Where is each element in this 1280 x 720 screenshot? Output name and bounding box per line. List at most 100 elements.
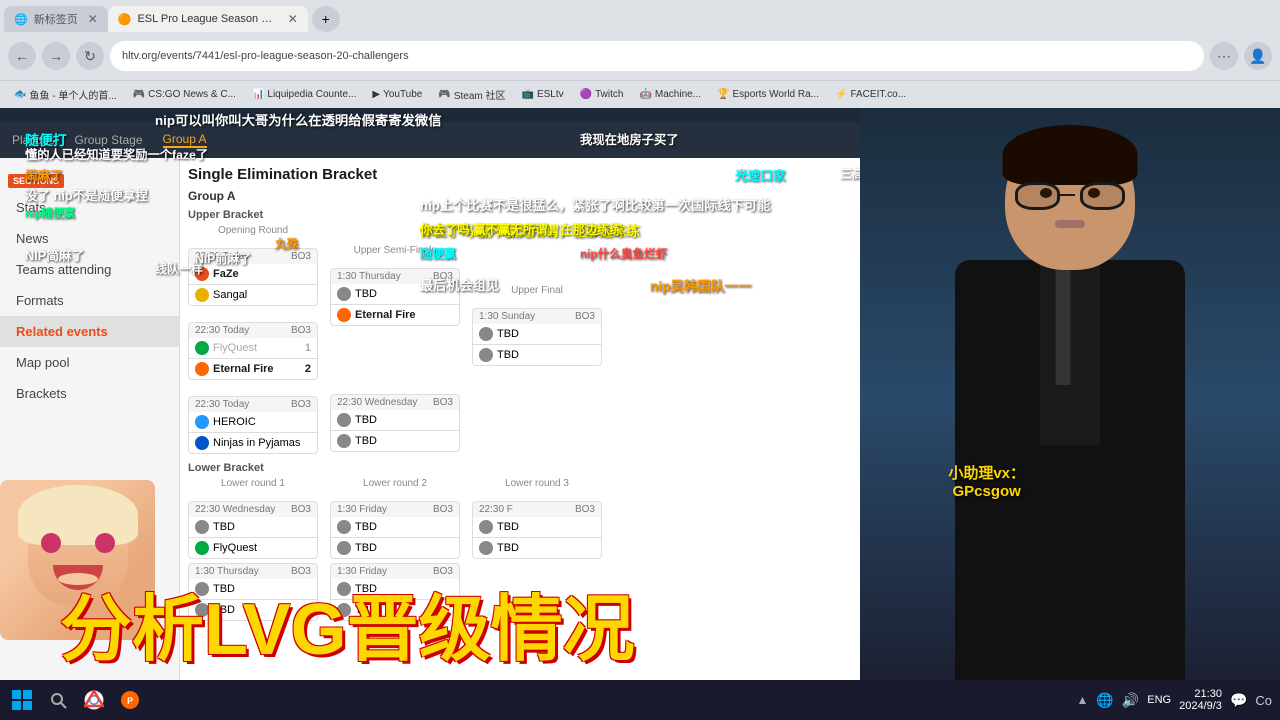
new-tab-button[interactable]: + (312, 6, 340, 32)
match-upper-final: 1:30 Sunday BO3 TBD TBD (472, 308, 602, 366)
address-bar[interactable]: hltv.org/events/7441/esl-pro-league-seas… (110, 41, 1204, 71)
lower-col-1: Lower round 1 22:30 Wednesday BO3 TBD (188, 478, 318, 559)
bookmark-8[interactable]: 🤖 Machine... (633, 87, 707, 102)
taskbar-lang[interactable]: ENG (1147, 694, 1171, 706)
team-faze: FaZe (189, 264, 317, 284)
match-semi-2: 22:30 Wednesday BO3 TBD TBD (330, 394, 460, 452)
team-sangal: Sangal (189, 285, 317, 305)
sidebar-item-related[interactable]: Related events (0, 316, 179, 347)
taskbar-other[interactable]: P (116, 686, 144, 714)
tab-1[interactable]: 🌐 新标签页 ✕ (4, 6, 108, 32)
bookmark-10[interactable]: ⚡ FACEIT.co... (829, 87, 912, 102)
refresh-button[interactable]: ↻ (76, 42, 104, 70)
subnav-playofs[interactable]: Playoffs (12, 133, 54, 147)
bookmark-9[interactable]: 🏆 Esports World Ra... (711, 87, 825, 102)
tab-2-label: ESL Pro League Season 20 c... (137, 13, 277, 25)
subnav-group-a[interactable]: Group A (163, 132, 207, 148)
glasses (1015, 182, 1125, 212)
taskbar-time-display[interactable]: 21:30 2024/9/3 (1179, 688, 1222, 712)
l-tbd-1 (195, 520, 209, 534)
bookmark-7[interactable]: 🟣 Twitch (574, 87, 630, 102)
back-button[interactable]: ← (8, 42, 36, 70)
lower-round-label-1: Lower round 1 (188, 478, 318, 489)
final-team-1: TBD (473, 324, 601, 344)
final-tbd-1 (479, 327, 493, 341)
match-semi-header-1: 1:30 Thursday BO3 (331, 269, 459, 284)
sidebar-item-brackets[interactable]: Brackets (0, 378, 179, 409)
address-bar-area: ← → ↻ hltv.org/events/7441/esl-pro-leagu… (0, 32, 1280, 80)
match-semi-header-2: 22:30 Wednesday BO3 (331, 395, 459, 410)
assistant-text: 小助理vx： GPcsgow (948, 465, 1025, 500)
team-flyquest: FlyQuest 1 (189, 338, 317, 358)
match-flyquest-eternalfire: 22:30 Today BO3 FlyQuest 1 Eternal Fire (188, 322, 318, 380)
windows-start-button[interactable] (8, 686, 36, 714)
tab-2-close[interactable]: ✕ (288, 12, 298, 26)
round-label-semi: Upper Semi-Finals (330, 245, 460, 256)
taskbar-tray-arrow[interactable]: ▲ (1077, 693, 1089, 707)
match-faze-sangal: 22:30 Today BO3 FaZe Sangal (188, 248, 318, 306)
sidebar-item-news[interactable]: News (0, 223, 179, 254)
taskbar-time: 21:30 (1194, 688, 1222, 700)
lower-tbd-3: TBD (331, 517, 459, 537)
taskbar-notification[interactable]: 💬 (1230, 692, 1247, 709)
tab-1-close[interactable]: ✕ (88, 12, 98, 26)
sidebar-item-stats[interactable]: Stats (0, 192, 179, 223)
sidebar-item-teams[interactable]: Teams attending (0, 254, 179, 285)
taskbar: P ▲ 🌐 🔊 ENG 21:30 2024/9/3 💬 Co (0, 680, 1280, 720)
tab-2-icon: 🟠 (118, 13, 132, 26)
bookmark-1[interactable]: 🐟 鱼鱼 - 单个人的首... (8, 85, 123, 104)
match-semi-1: 1:30 Thursday BO3 TBD Eternal Fire (330, 268, 460, 326)
sections-badge: SECTIONS (8, 174, 64, 188)
bookmark-5[interactable]: 🎮 Steam 社区 (432, 85, 511, 104)
faze-logo (195, 267, 209, 281)
eternalfire-score: 2 (305, 363, 311, 375)
sidebar-item-mappool[interactable]: Map pool (0, 347, 179, 378)
tab-2[interactable]: 🟠 ESL Pro League Season 20 c... ✕ (108, 6, 308, 32)
sections-header: SECTIONS (0, 170, 179, 192)
taskbar-right: ▲ 🌐 🔊 ENG 21:30 2024/9/3 💬 Co (1069, 688, 1280, 712)
bookmark-4[interactable]: ▶ YouTube (366, 87, 428, 102)
upper-final-header: 1:30 Sunday BO3 (473, 309, 601, 324)
svg-text:P: P (127, 696, 133, 706)
semi-team-4: TBD (331, 431, 459, 451)
co-badge: Co (1255, 693, 1272, 708)
lower-col-2: Lower round 2 1:30 Friday BO3 TBD (330, 478, 460, 559)
url-text: hltv.org/events/7441/esl-pro-league-seas… (122, 50, 409, 62)
forward-button[interactable]: → (42, 42, 70, 70)
flyquest-score: 1 (305, 342, 311, 354)
match-heroic-nip: 22:30 Today BO3 HEROIC Ninjas in Pyjamas (188, 396, 318, 454)
bookmarks-bar: 🐟 鱼鱼 - 单个人的首... 🎮 CS:GO News & C... 📊 Li… (0, 80, 1280, 108)
lower-tbd-5: TBD (473, 517, 601, 537)
taskbar-tray-network[interactable]: 🌐 (1096, 692, 1113, 709)
bookmark-3[interactable]: 📊 Liquipedia Counte... (246, 87, 362, 102)
team-nip: Ninjas in Pyjamas (189, 433, 317, 453)
semi-team-2: Eternal Fire (331, 305, 459, 325)
taskbar-chrome[interactable] (80, 686, 108, 714)
l-tbd-4 (337, 541, 351, 555)
l-fq-logo (195, 541, 209, 555)
assistant-vx-box: 小助理vx： GPcsgow (948, 445, 1025, 500)
taskbar-search[interactable] (44, 686, 72, 714)
eternalfire-logo (195, 362, 209, 376)
lower-match-1: 22:30 Wednesday BO3 TBD FlyQuest (188, 501, 318, 559)
team-heroic: HEROIC (189, 412, 317, 432)
l-tbd-5 (479, 520, 493, 534)
bracket-col-opening: Opening Round 22:30 Today BO3 FaZe (188, 225, 318, 454)
taskbar-date: 2024/9/3 (1179, 700, 1222, 712)
lower-col-3: Lower round 3 22:30 F BO3 TBD (472, 478, 602, 559)
sidebar-item-formats[interactable]: Formats (0, 285, 179, 316)
lower-round-label-3: Lower round 3 (472, 478, 602, 489)
profile-button[interactable]: 👤 (1244, 42, 1272, 70)
bookmark-2[interactable]: 🎮 CS:GO News & C... (127, 87, 242, 102)
subnav-group[interactable]: Group Stage (74, 133, 142, 147)
tab-1-label: 新标签页 (34, 11, 78, 27)
sangal-logo (195, 288, 209, 302)
lower-match-3: 22:30 F BO3 TBD TBD (472, 501, 602, 559)
tbd-logo-1 (337, 287, 351, 301)
bookmark-6[interactable]: 📺 ESLtv (516, 87, 570, 102)
extensions-button[interactable]: ⋯ (1210, 42, 1238, 70)
bracket-col-final: Upper Final 1:30 Sunday BO3 TBD (472, 285, 602, 454)
match-header-2: 22:30 Today BO3 (189, 323, 317, 338)
tbd-logo-3 (337, 434, 351, 448)
taskbar-tray-speaker[interactable]: 🔊 (1122, 692, 1139, 709)
